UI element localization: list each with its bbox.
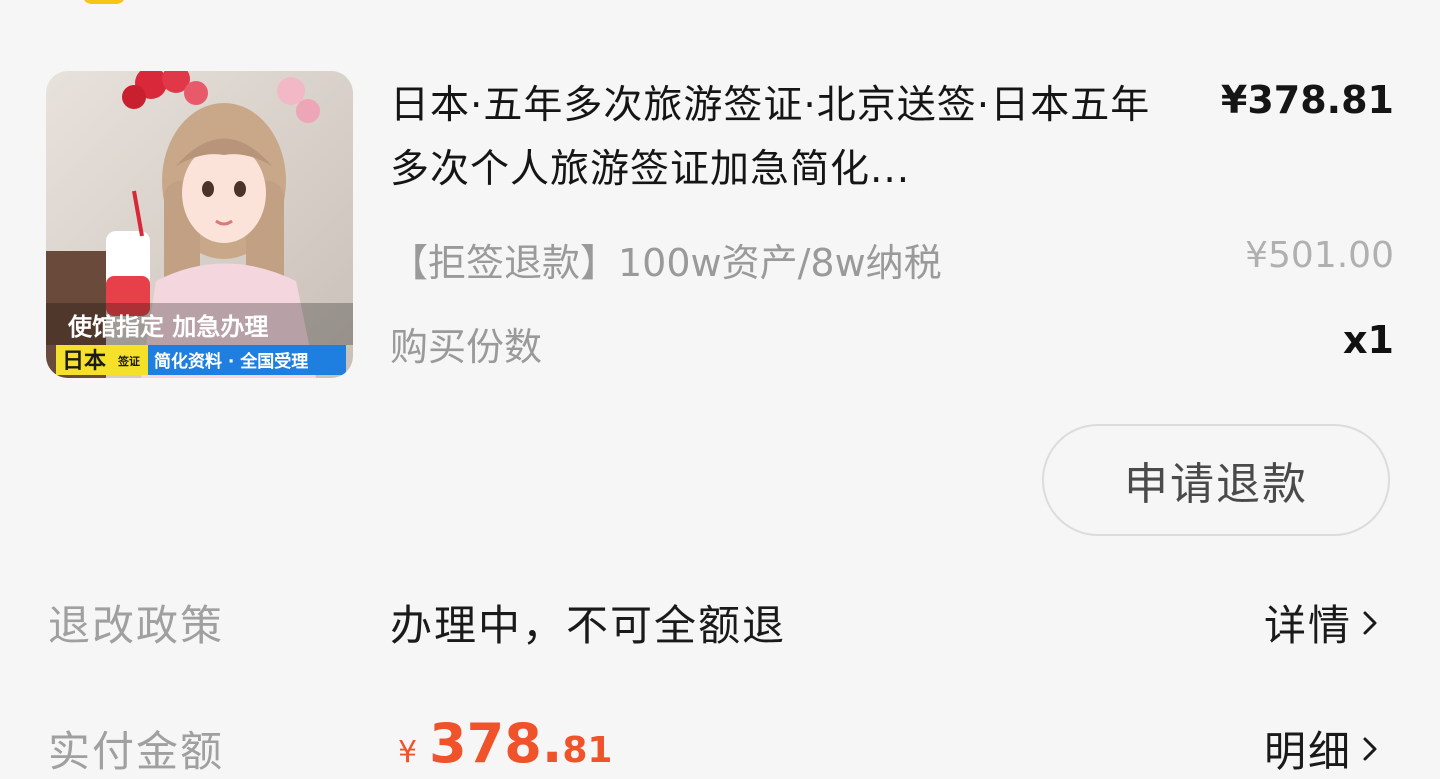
payment-breakdown-link[interactable]: 明细 — [1264, 718, 1378, 779]
policy-details-label: 详情 — [1263, 601, 1352, 650]
product-price: ¥378.81 — [1220, 78, 1394, 122]
paid-amount-integer: 378. — [429, 712, 563, 775]
apply-refund-button[interactable]: 申请退款 — [1042, 424, 1390, 536]
image-badge-small: 签证 — [117, 354, 140, 368]
refund-policy-value: 办理中，不可全额退 — [390, 601, 787, 650]
paid-amount: ¥ 378. 81 — [398, 712, 612, 775]
image-badge: 日本 — [62, 349, 106, 374]
image-caption-top: 使馆指定 加急办理 — [67, 313, 268, 341]
quantity-value: x1 — [1343, 318, 1394, 362]
image-caption-bottom: 简化资料 · 全国受理 — [154, 351, 308, 372]
quantity-label: 购买份数 — [390, 325, 543, 369]
chevron-right-icon — [1363, 737, 1377, 760]
top-yellow-tab — [82, 0, 126, 4]
product-title[interactable]: 日本·五年多次旅游签证·北京送签·日本五年多次个人旅游签证加急简化... — [390, 74, 1190, 202]
currency-symbol: ¥ — [398, 735, 418, 770]
product-spec: 【拒签退款】100w资产/8w纳税 — [390, 241, 942, 285]
refund-policy-label: 退改政策 — [48, 601, 225, 650]
original-price: ¥501.00 — [1245, 235, 1394, 276]
product-thumbnail[interactable]: 使馆指定 加急办理 日本 签证 简化资料 · 全国受理 — [46, 71, 353, 378]
chevron-right-icon — [1363, 611, 1377, 634]
policy-details-link[interactable]: 详情 — [1264, 592, 1378, 653]
paid-amount-label: 实付金额 — [48, 727, 225, 776]
payment-breakdown-label: 明细 — [1263, 727, 1352, 776]
paid-amount-decimal: 81 — [562, 730, 613, 771]
